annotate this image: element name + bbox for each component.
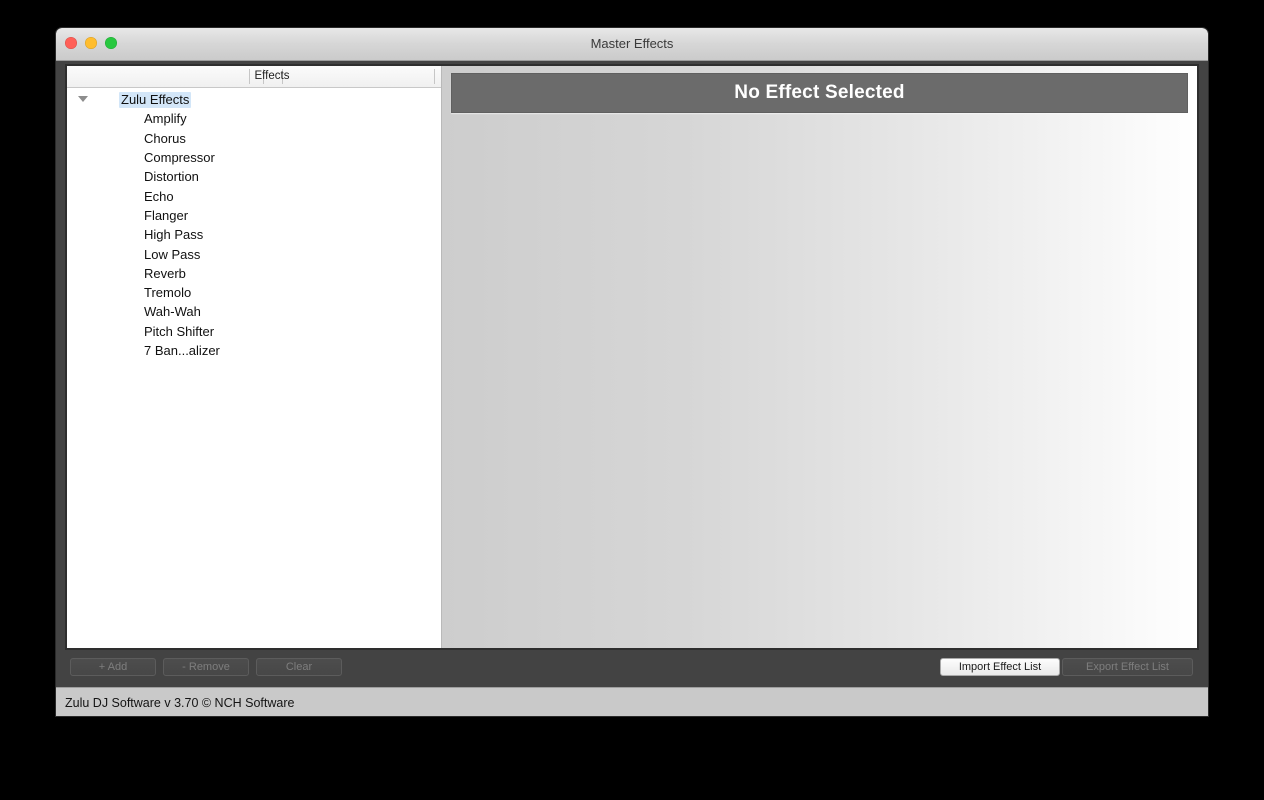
- tree-item-high-pass[interactable]: High Pass: [67, 225, 441, 244]
- screen: Master Effects Effects Zulu Effects Ampl…: [0, 0, 1264, 800]
- window-title: Master Effects: [590, 36, 674, 51]
- effect-header-title: No Effect Selected: [734, 82, 905, 103]
- clear-effects-button[interactable]: Clear: [256, 658, 342, 676]
- tree-item-chorus[interactable]: Chorus: [67, 129, 441, 148]
- tree-item-tremolo[interactable]: Tremolo: [67, 283, 441, 302]
- tree-item-label: 7 Ban...alizer: [144, 343, 220, 358]
- tree-item-echo[interactable]: Echo: [67, 186, 441, 205]
- effects-list-pane: Effects Zulu Effects Amplify Chorus Comp…: [67, 66, 442, 648]
- panes-container: Effects Zulu Effects Amplify Chorus Comp…: [65, 64, 1199, 650]
- tree-item-pitch-shifter[interactable]: Pitch Shifter: [67, 322, 441, 341]
- tree-item-label: Amplify: [144, 111, 187, 127]
- tree-item-label: Reverb: [144, 265, 186, 281]
- tree-item-label: Compressor: [144, 150, 215, 166]
- tree-item-label: Echo: [144, 188, 174, 204]
- effect-detail-pane: No Effect Selected: [442, 66, 1197, 648]
- tree-item-7-band-equalizer[interactable]: 7 Ban...alizer: [67, 341, 441, 360]
- bottom-toolbar: + Add - Remove Clear Import Effect List …: [65, 654, 1199, 684]
- tree-item-label: Chorus: [144, 130, 186, 146]
- tree-item-label: Wah-Wah: [144, 304, 201, 320]
- tree-item-reverb[interactable]: Reverb: [67, 264, 441, 283]
- triangle-down-icon[interactable]: [78, 96, 88, 102]
- tree-item-compressor[interactable]: Compressor: [67, 148, 441, 167]
- list-column-header[interactable]: Effects: [67, 66, 441, 88]
- master-effects-window: Master Effects Effects Zulu Effects Ampl…: [56, 28, 1208, 716]
- tree-item-distortion[interactable]: Distortion: [67, 167, 441, 186]
- tree-item-label: Distortion: [144, 169, 199, 185]
- tree-root-label: Zulu Effects: [119, 91, 192, 108]
- add-effect-button[interactable]: + Add: [70, 658, 156, 676]
- import-effect-list-button[interactable]: Import Effect List: [940, 658, 1060, 676]
- tree-root-zulu-effects[interactable]: Zulu Effects: [67, 90, 441, 109]
- tree-item-label: Pitch Shifter: [144, 323, 215, 339]
- tree-item-label: High Pass: [144, 227, 204, 243]
- remove-effect-button[interactable]: - Remove: [163, 658, 249, 676]
- export-effect-list-button[interactable]: Export Effect List: [1062, 658, 1193, 676]
- window-body: Effects Zulu Effects Amplify Chorus Comp…: [56, 61, 1208, 716]
- tree-item-low-pass[interactable]: Low Pass: [67, 244, 441, 263]
- status-bar-text: Zulu DJ Software v 3.70 © NCH Software: [65, 696, 295, 710]
- tree-item-label: Flanger: [144, 207, 189, 223]
- column-header-label: Effects: [254, 70, 290, 82]
- tree-item-wah-wah[interactable]: Wah-Wah: [67, 302, 441, 321]
- tree-item-amplify[interactable]: Amplify: [67, 109, 441, 128]
- tree-item-label: Low Pass: [144, 246, 201, 262]
- tree-item-label: Tremolo: [144, 285, 192, 301]
- window-titlebar: Master Effects: [56, 28, 1208, 61]
- effect-header-bar: No Effect Selected: [451, 73, 1188, 113]
- effects-tree: Zulu Effects Amplify Chorus Compressor D…: [67, 88, 441, 360]
- tree-item-flanger[interactable]: Flanger: [67, 206, 441, 225]
- status-bar: Zulu DJ Software v 3.70 © NCH Software: [56, 687, 1208, 716]
